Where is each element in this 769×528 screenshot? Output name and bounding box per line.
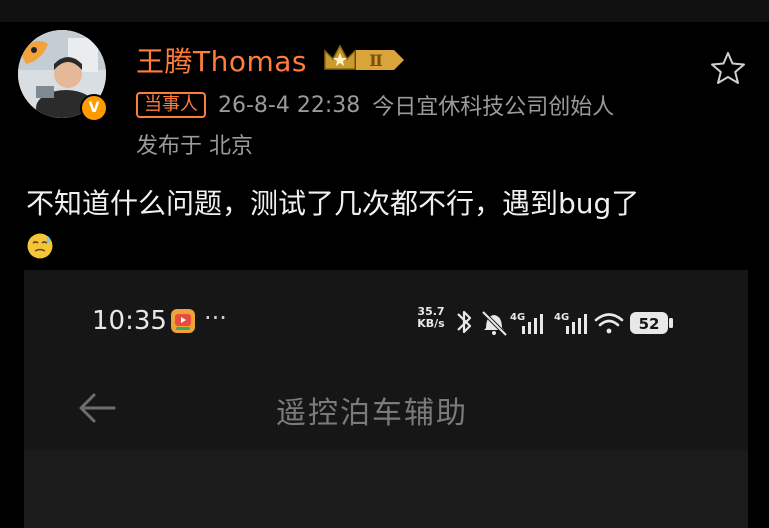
sweat-face-icon [27, 233, 53, 259]
attached-screenshot[interactable]: 10:35 ··· 35.7 KB/s 4G 4G 52 遥控泊车辅助 [24, 270, 748, 528]
level-badge: Ⅱ [356, 50, 404, 70]
battery-icon: 52 [630, 312, 673, 334]
screenshot-content-area [24, 450, 748, 528]
post-location: 发布于 北京 [136, 134, 253, 159]
screen-title: 遥控泊车辅助 [276, 396, 468, 431]
battery-level: 52 [639, 315, 660, 333]
level-label: Ⅱ [369, 51, 382, 70]
wifi-icon [594, 313, 624, 334]
back-arrow-icon[interactable] [76, 390, 118, 426]
top-bar [0, 0, 769, 22]
network-speed: 35.7 KB/s [414, 306, 448, 330]
network-type-2: 4G [554, 312, 569, 323]
mute-icon [481, 310, 508, 337]
signal-4g-icon-2: 4G [554, 312, 587, 334]
status-icons: 4G 4G 52 [457, 310, 673, 337]
network-type-1: 4G [510, 312, 525, 323]
more-notifications-icon: ··· [204, 304, 227, 332]
post-meta: 当事人 26-8-4 22:38 今日宜休科技公司创始人 [136, 90, 614, 120]
user-description: 今日宜休科技公司创始人 [372, 95, 615, 120]
signal-4g-icon-1: 4G [510, 312, 543, 334]
status-bar-time: 10:35 [92, 306, 167, 336]
bluetooth-icon [457, 310, 472, 334]
username[interactable]: 王腾Thomas [136, 40, 307, 80]
favorite-star-icon[interactable] [710, 50, 746, 86]
post-timestamp: 26-8-4 22:38 [218, 92, 361, 118]
crown-icon [324, 44, 356, 70]
network-speed-unit: KB/s [417, 317, 445, 330]
verified-badge: V [80, 94, 108, 122]
app-notification-icon [171, 309, 195, 333]
role-tag: 当事人 [136, 92, 206, 118]
post-text: 不知道什么问题，测试了几次都不行，遇到bug了 [26, 187, 640, 220]
